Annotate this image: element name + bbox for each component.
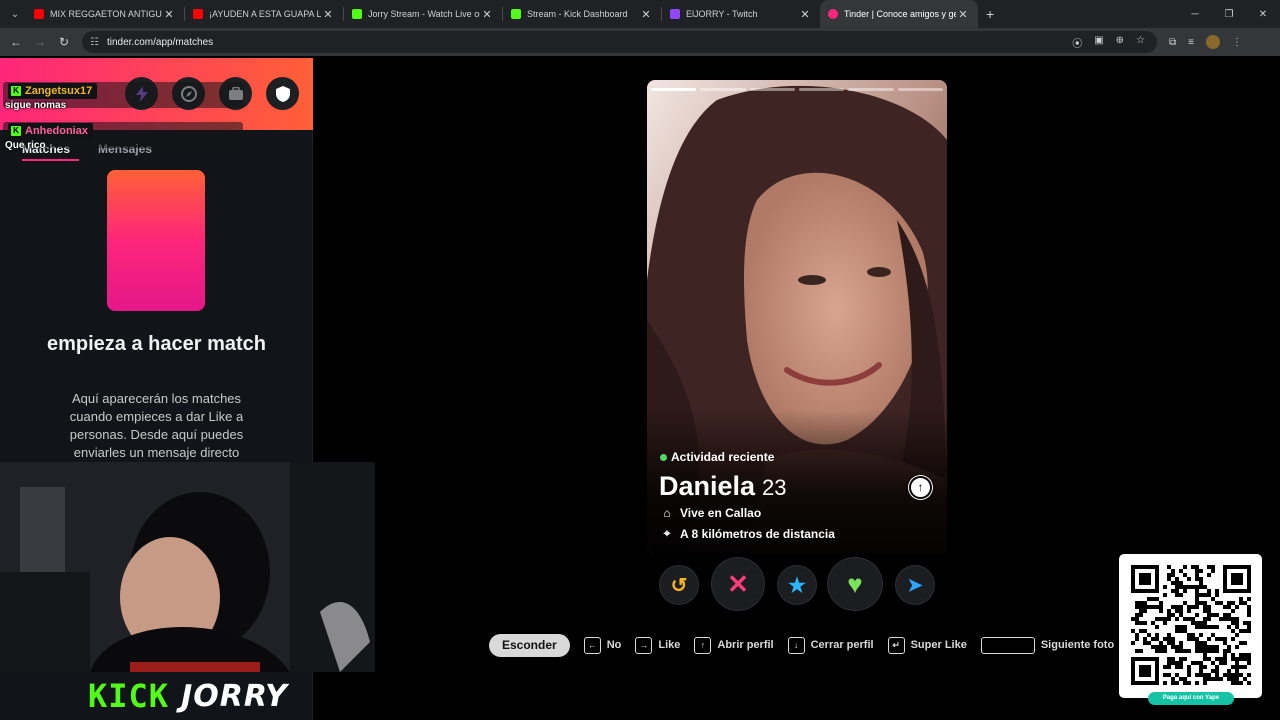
photo-progress [651,88,943,92]
location-pin-icon: ⌖ [663,526,671,540]
cast-icon[interactable]: ▣ [1094,35,1103,50]
close-tab-icon[interactable]: ✕ [639,8,653,21]
shortcut-open-profile: ↑ Abrir perfil [694,636,774,654]
kick-logo: KICK [88,677,170,715]
twitch-icon [670,9,680,19]
close-window-icon[interactable]: ✕ [1246,9,1280,20]
webcam-overlay [0,462,375,672]
webcam-feed [0,462,375,672]
profile-name: Daniela [659,471,756,501]
nope-button[interactable]: ✕ [711,557,765,611]
rewind-button[interactable]: ↺ [659,565,699,605]
open-profile-arrow-icon[interactable]: ↑ [909,476,932,499]
qr-code-image [1131,565,1251,685]
chat-username: K Anhedoniax [8,123,93,139]
browser-toolbar: ← → ↻ ☷ tinder.com/app/matches ⦿ ▣ ⊕ ☆ ⧉… [0,28,1280,56]
browser-tab[interactable]: Stream - Kick Dashboard ✕ [503,0,661,28]
left-arrow-key-icon: ← [583,636,601,654]
empty-state-card [107,170,205,311]
home-icon: ⌂ [663,506,671,520]
photo-indicator[interactable] [897,88,943,91]
browser-tab-active[interactable]: Tinder | Conoce amigos y gente ✕ [820,0,978,28]
extensions-icon[interactable]: ⧉ [1169,37,1176,48]
close-tab-icon[interactable]: ✕ [321,8,335,21]
down-arrow-key-icon: ↓ [787,636,805,654]
photo-indicator[interactable] [848,88,894,91]
space-key-icon [980,636,1035,654]
chat-username: K Zangetsux17 [8,83,98,99]
safety-shield-icon[interactable] [266,77,299,110]
browser-tab[interactable]: ElJORRY - Twitch ✕ [662,0,820,28]
browser-tab[interactable]: MIX REGGAETON ANTIGUO ROCK ✕ [26,0,184,28]
kick-icon [511,9,521,19]
recent-activity: Actividad reciente [660,450,774,464]
window-controls: ─ ❐ ✕ [1178,0,1280,28]
online-dot-icon [660,453,667,461]
tab-search-button[interactable]: ⌄ [4,4,26,24]
close-tab-icon[interactable]: ✕ [956,8,970,21]
photo-indicator[interactable] [700,88,746,91]
new-tab-button[interactable]: + [978,6,1002,22]
shortcut-next-photo: Siguiente foto [980,636,1114,654]
qr-caption: Paga aquí con Yape [1148,692,1234,705]
browser-tab[interactable]: Jorry Stream - Watch Live on Kick ✕ [344,0,502,28]
browser-tab[interactable]: ¡AYUDEN A ESTA GUAPA L ✕ [185,0,343,28]
address-bar[interactable]: ☷ tinder.com/app/matches ⦿ ▣ ⊕ ☆ [82,31,1157,53]
profile-distance: ⌖ A 8 kilómetros de distancia [660,526,835,541]
bookmark-star-icon[interactable]: ☆ [1136,35,1145,50]
stream-branding: KICK JORRY [88,677,288,715]
browser-menu-icon[interactable]: ⋮ [1232,37,1242,48]
profile-age: 23 [762,475,787,500]
youtube-icon [193,9,203,19]
location-icon[interactable]: ⦿ [1072,35,1082,50]
shortcut-close-profile: ↓ Cerrar perfil [787,636,874,654]
shortcut-no: ← No [583,636,621,654]
profile-residence: ⌂ Vive en Callao [660,506,761,520]
minimize-icon[interactable]: ─ [1178,9,1212,20]
close-tab-icon[interactable]: ✕ [480,8,494,21]
photo-indicator[interactable] [651,88,697,91]
shortcut-super-like: ↵ Super Like [887,636,967,654]
streamer-name: JORRY [181,678,288,714]
reload-icon[interactable]: ↻ [52,35,76,49]
enter-key-icon: ↵ [887,636,905,654]
up-arrow-key-icon: ↑ [694,636,712,654]
like-button[interactable]: ♥ [827,557,883,611]
stream-chat-overlay: K Zangetsux17 sigue nomas K Anhedoniax Q… [3,82,248,160]
url-text[interactable]: tinder.com/app/matches [107,37,1072,48]
forward-icon[interactable]: → [28,35,52,49]
media-control-icon[interactable]: ≡ [1188,37,1194,48]
swipe-actions: ↺ ✕ ★ ♥ ➤ [650,555,946,615]
close-tab-icon[interactable]: ✕ [798,8,812,21]
back-icon[interactable]: ← [4,35,28,49]
chat-text: sigue nomas [5,100,67,111]
super-like-button[interactable]: ★ [777,565,817,605]
browser-tabstrip: ⌄ MIX REGGAETON ANTIGUO ROCK ✕ ¡AYUDEN A… [0,0,1280,28]
chat-message: K Zangetsux17 sigue nomas [3,82,243,111]
close-tab-icon[interactable]: ✕ [162,8,176,21]
shortcut-like: → Like [635,636,680,654]
profile-avatar[interactable] [1205,35,1220,49]
boost-send-button[interactable]: ➤ [895,565,935,605]
chat-message: K Anhedoniax Que rico [3,122,243,151]
chat-text: Que rico [5,140,46,151]
kick-icon [352,9,362,19]
kick-badge-icon: K [11,126,21,136]
empty-state-description: Aquí aparecerán los matches cuando empie… [69,391,244,460]
restore-icon[interactable]: ❐ [1212,9,1246,20]
empty-state-title: empieza a hacer match [47,333,266,355]
keyboard-shortcuts: Esconder ← No → Like ↑ Abrir perfil ↓ Cerrar… [489,633,1114,657]
youtube-icon [34,9,44,19]
hide-shortcuts-button[interactable]: Esconder [489,633,570,657]
site-info-icon[interactable]: ☷ [90,37,99,48]
profile-name-row: Daniela 23 [659,471,787,502]
right-arrow-key-icon: → [635,636,653,654]
photo-indicator[interactable] [798,88,845,91]
zoom-icon[interactable]: ⊕ [1116,35,1124,50]
donation-qr-code [1119,554,1262,698]
kick-badge-icon: K [11,86,21,96]
photo-indicator[interactable] [749,88,795,91]
tinder-icon [828,9,838,19]
